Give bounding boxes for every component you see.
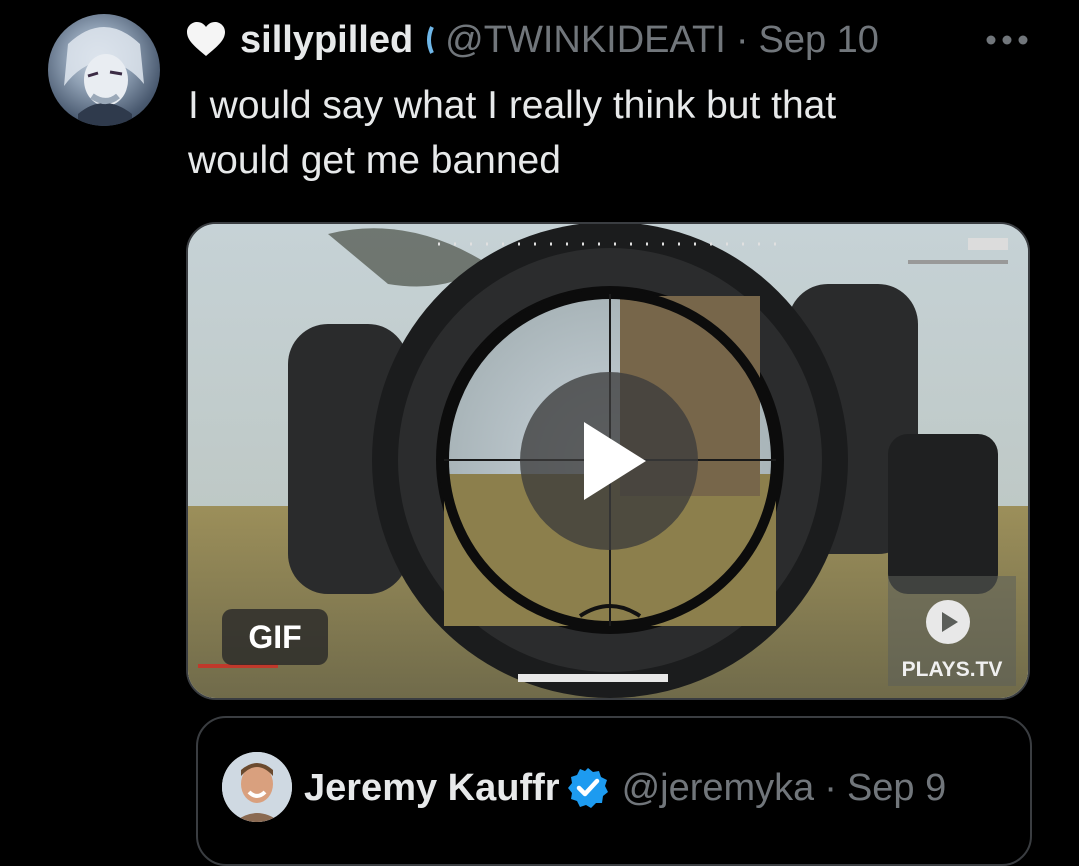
- verified-badge-icon: [567, 768, 608, 808]
- quoted-tweet-date[interactable]: Sep 9: [847, 767, 946, 810]
- author-handle[interactable]: @TWINKIDEATI: [445, 19, 726, 62]
- quoted-author-avatar[interactable]: [222, 752, 292, 822]
- play-button[interactable]: [520, 372, 698, 550]
- playstv-watermark: PLAYS.TV: [888, 576, 1016, 686]
- heart-icon: [187, 22, 225, 56]
- avatar-image: [64, 27, 144, 126]
- gif-media[interactable]: GIF PLAYS.TV: [186, 222, 1030, 700]
- more-options-button[interactable]: [985, 14, 1029, 66]
- more-dots-icon: [986, 35, 1028, 45]
- quoted-author-display-name[interactable]: Jeremy Kauffr: [304, 767, 560, 810]
- quoted-avatar-image: [222, 752, 292, 822]
- quoted-tweet[interactable]: Jeremy Kauffr @jeremyka · Sep 9: [196, 716, 1032, 866]
- badge-fragment-icon: [427, 26, 435, 54]
- quoted-author-handle[interactable]: @jeremyka: [622, 767, 815, 810]
- tweet-text: I would say what I really think but that…: [188, 84, 837, 182]
- watermark-text: PLAYS.TV: [902, 658, 1003, 681]
- quoted-tweet-header: Jeremy Kauffr @jeremyka · Sep 9: [304, 762, 946, 814]
- author-avatar[interactable]: [48, 14, 160, 126]
- quoted-separator-dot: ·: [824, 766, 837, 809]
- tweet-header: sillypilled @TWINKIDEATI · Sep 10: [186, 14, 879, 66]
- gif-badge: GIF: [222, 609, 328, 665]
- tweet-date[interactable]: Sep 10: [758, 19, 878, 62]
- author-display-name[interactable]: sillypilled: [240, 19, 413, 62]
- play-icon: [584, 422, 646, 500]
- separator-dot: ·: [735, 18, 749, 61]
